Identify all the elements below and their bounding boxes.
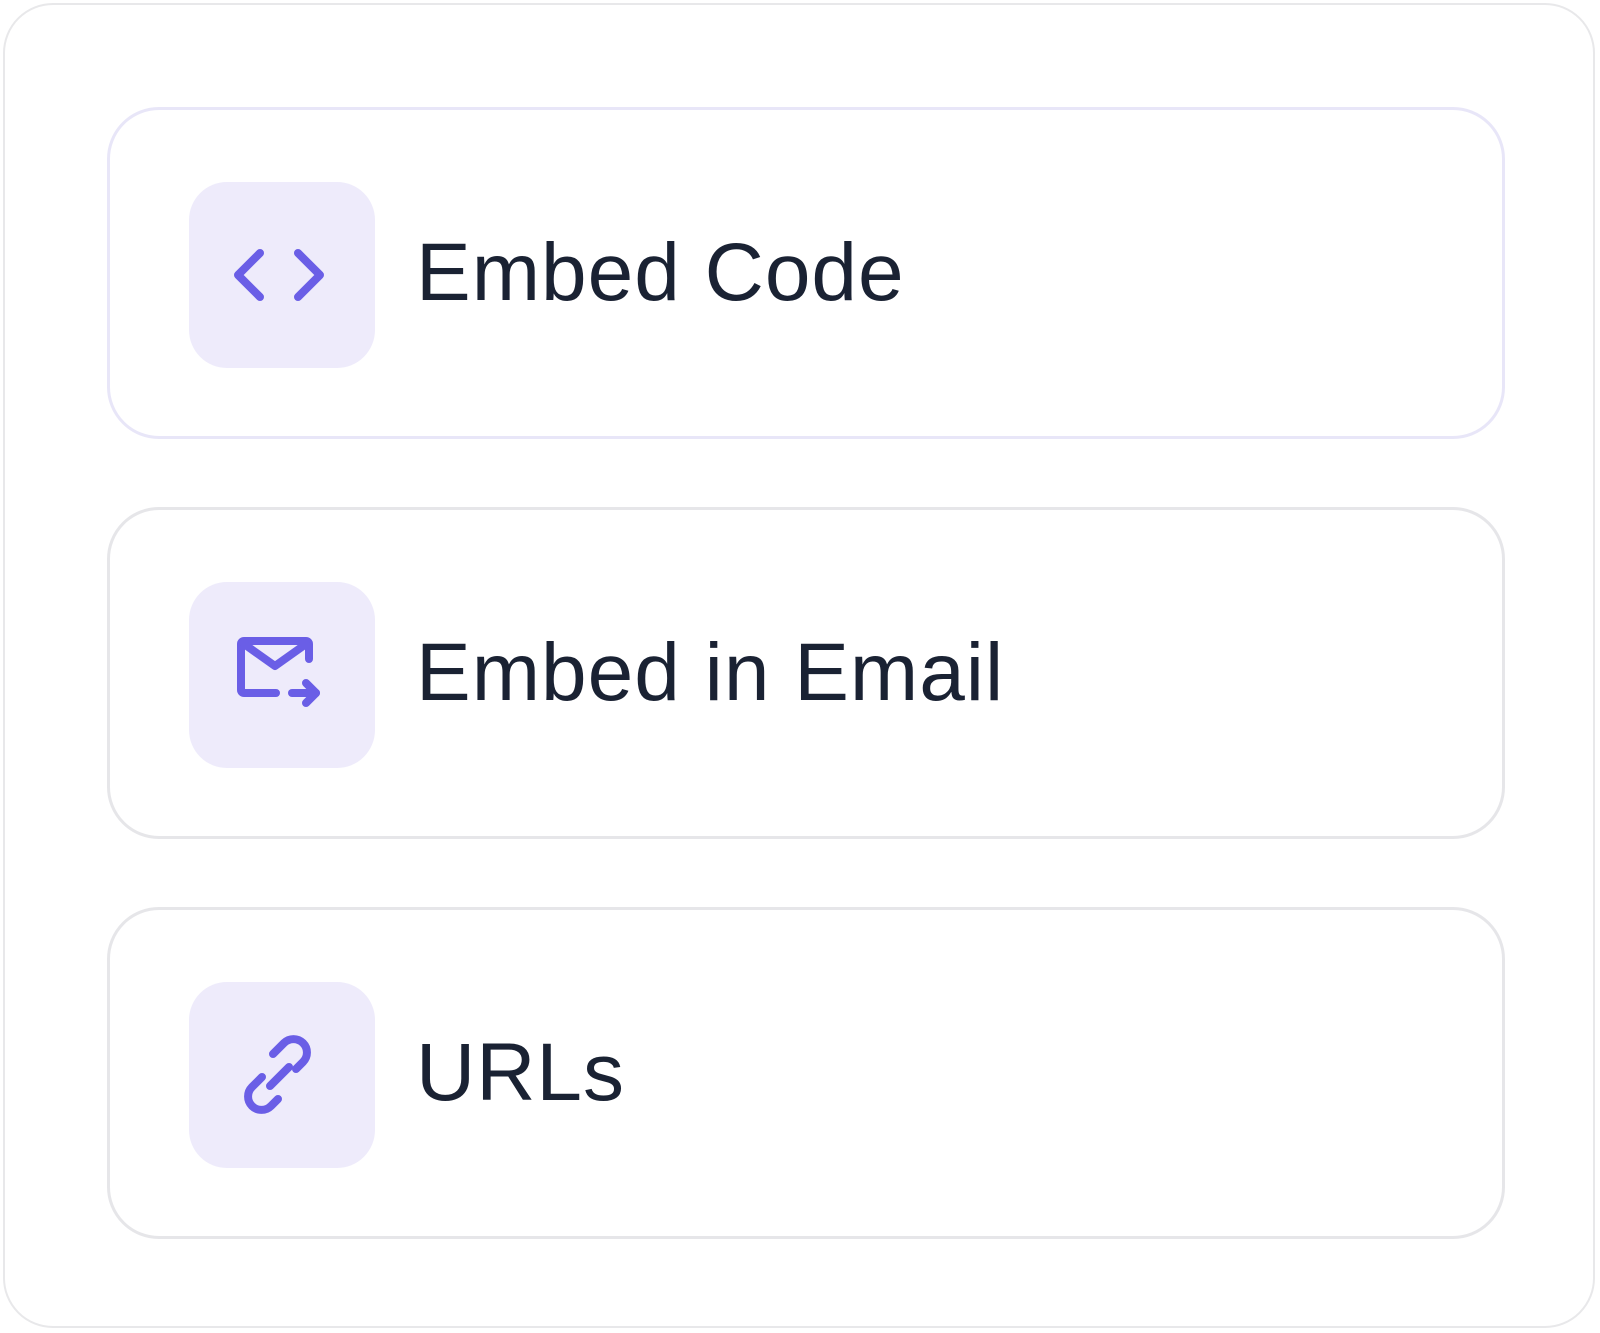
icon-tile [189, 582, 375, 768]
link-icon [244, 1035, 311, 1114]
option-embed-in-email[interactable]: Embed in Email [107, 507, 1505, 839]
option-label: Embed in Email [416, 627, 1005, 718]
icon-tile [189, 982, 375, 1168]
email-forward-icon [237, 637, 320, 707]
option-embed-code[interactable]: Embed Code [107, 107, 1505, 439]
code-icon [234, 249, 324, 301]
share-options-panel: Embed Code Embed in Email URLs [3, 3, 1595, 1328]
option-urls[interactable]: URLs [107, 907, 1505, 1239]
option-label: Embed Code [416, 227, 905, 318]
icon-tile [189, 182, 375, 368]
option-label: URLs [416, 1027, 626, 1118]
